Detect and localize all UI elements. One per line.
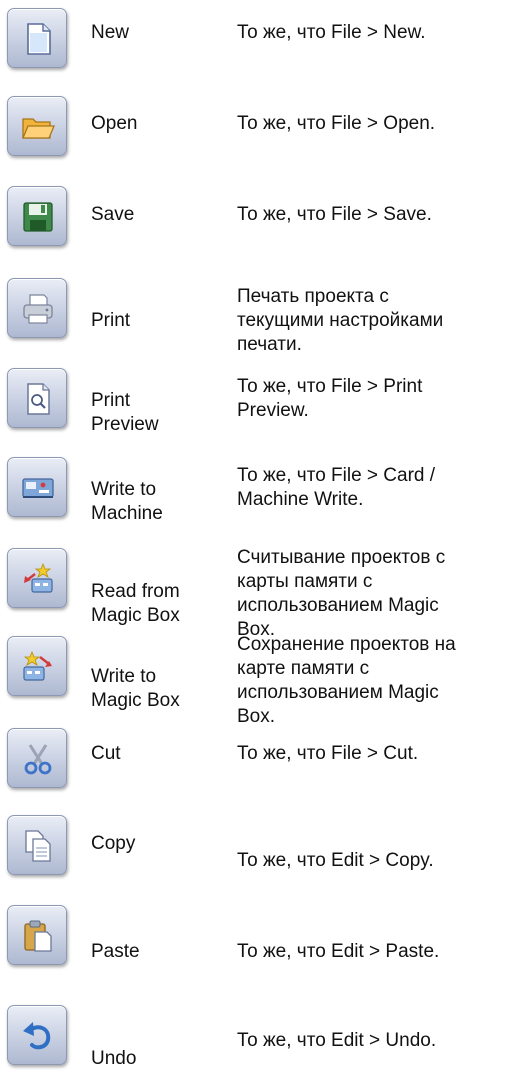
new-document-icon — [27, 23, 51, 55]
row-description: То же, что Edit > Copy. — [237, 850, 434, 871]
row-description: То же, что File > Card / Machine Write. — [237, 465, 436, 510]
new-button[interactable] — [7, 8, 67, 68]
row-label: Print — [91, 310, 131, 331]
write-to-machine-button[interactable] — [7, 457, 67, 517]
row-label: Cut — [91, 743, 121, 764]
write-to-machine-icon — [22, 478, 54, 498]
row-description: Печать проекта с текущими настройками пе… — [237, 286, 444, 355]
row-description: То же, что File > New. — [237, 22, 426, 43]
row-label: Print Preview — [91, 390, 159, 435]
open-button[interactable] — [7, 96, 67, 156]
row-label: Write to Magic Box — [91, 666, 180, 711]
paste-button[interactable] — [7, 905, 67, 965]
copy-icon — [25, 830, 51, 862]
copy-button[interactable] — [7, 815, 67, 875]
row-label: Write to Machine — [91, 479, 163, 524]
row-description: Считывание проектов с карты памяти с исп… — [237, 547, 446, 640]
cut-button[interactable] — [7, 728, 67, 788]
row-label: New — [91, 22, 130, 43]
undo-icon — [23, 1022, 51, 1050]
print-preview-icon — [27, 383, 50, 415]
row-description: То же, что Edit > Undo. — [237, 1030, 437, 1051]
row-description: То же, что File > Open. — [237, 113, 436, 134]
row-description: То же, что Edit > Paste. — [237, 941, 440, 962]
row-description: Сохранение проектов на карте памяти с ис… — [237, 634, 456, 727]
write-to-magic-box-button[interactable] — [7, 636, 67, 696]
scissors-icon — [24, 744, 52, 775]
read-from-magic-box-button[interactable] — [7, 548, 67, 608]
print-button[interactable] — [7, 278, 67, 338]
save-floppy-icon — [23, 202, 53, 232]
read-from-magic-box-icon — [24, 562, 53, 593]
row-label: Save — [91, 204, 135, 225]
row-label: Copy — [91, 833, 136, 854]
row-description: То же, что File > Cut. — [237, 743, 419, 764]
save-button[interactable] — [7, 186, 67, 246]
printer-icon — [23, 294, 53, 324]
row-description: То же, что File > Save. — [237, 204, 432, 225]
undo-button[interactable] — [7, 1005, 67, 1065]
open-folder-icon — [22, 118, 55, 139]
write-to-magic-box-icon — [23, 650, 52, 681]
row-description: То же, что File > Print Preview. — [237, 376, 423, 421]
print-preview-button[interactable] — [7, 368, 67, 428]
row-label: Undo — [91, 1048, 137, 1069]
row-label: Paste — [91, 941, 140, 962]
row-label: Open — [91, 113, 138, 134]
row-label: Read from Magic Box — [91, 581, 180, 626]
paste-icon — [24, 920, 52, 952]
